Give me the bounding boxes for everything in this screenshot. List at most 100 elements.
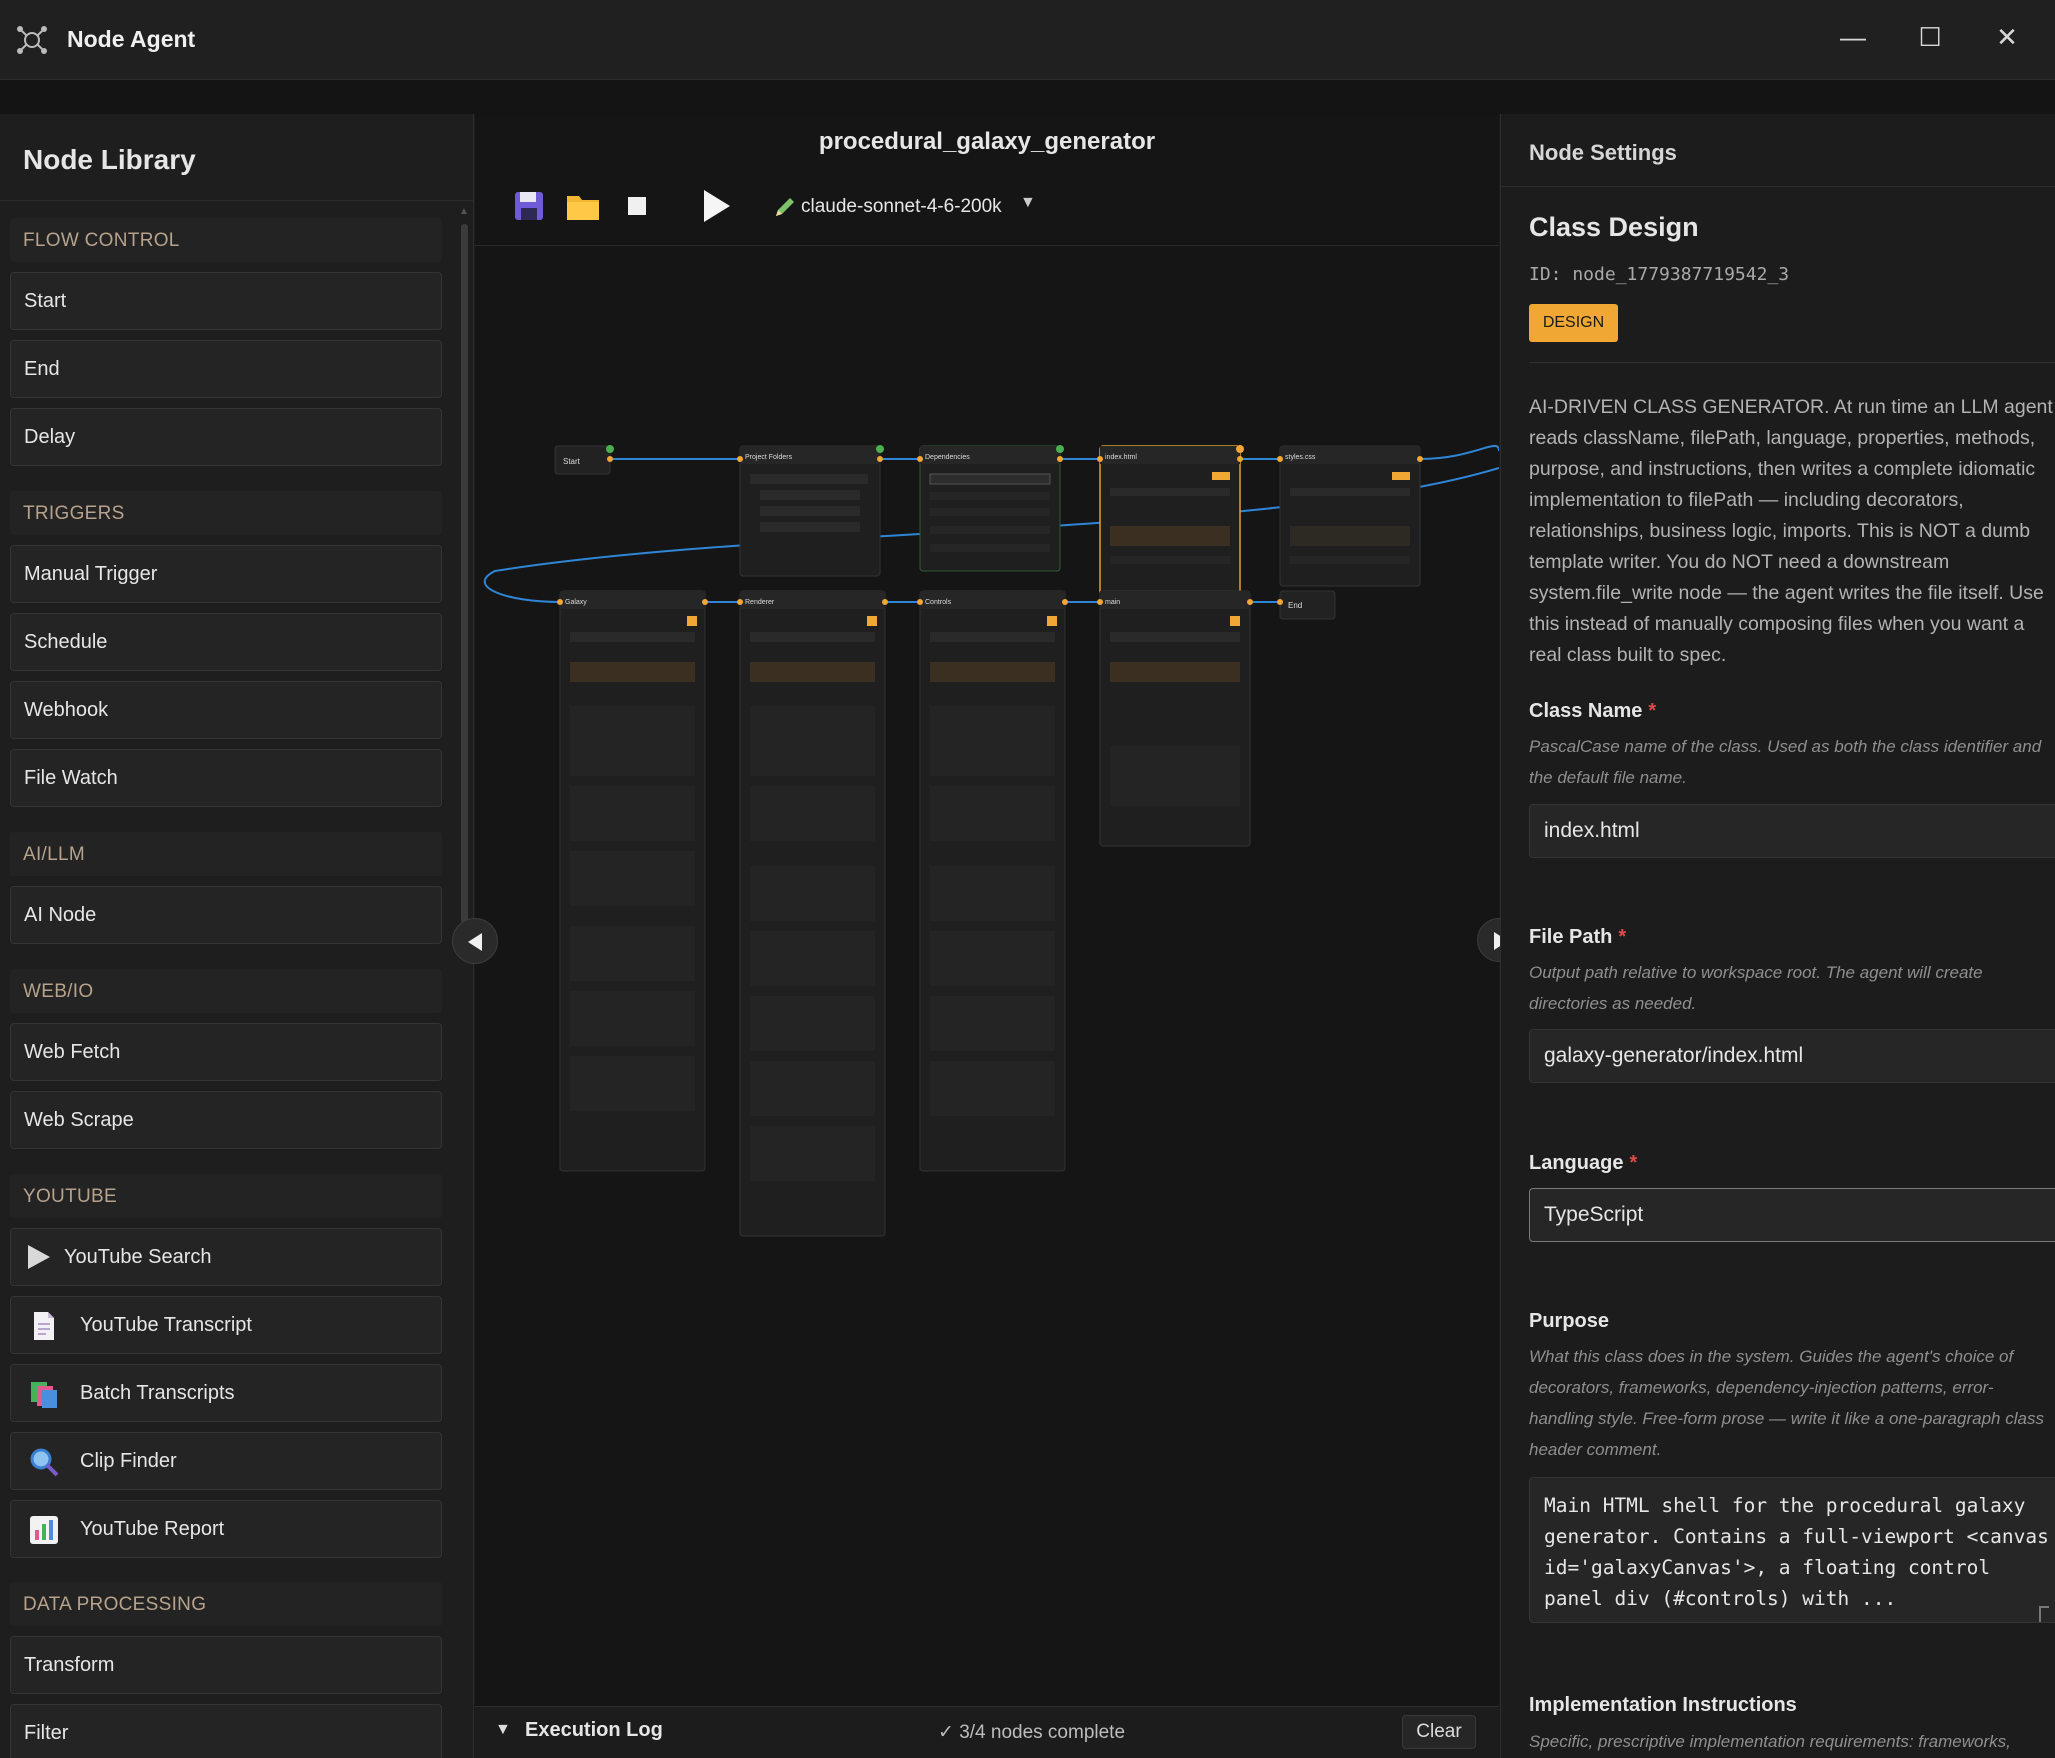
library-item-end[interactable]: End <box>10 340 442 398</box>
node-library-panel: Node Library FLOW CONTROL Start End Dela… <box>0 114 474 1758</box>
execution-status: ✓ 3/4 nodes complete <box>938 1722 1126 1743</box>
category-label: TRIGGERS <box>23 503 125 524</box>
node-description: AI-DRIVEN CLASS GENERATOR. At run time a… <box>1529 396 2053 666</box>
library-item-label: Web Scrape <box>24 1109 134 1131</box>
edge <box>1419 444 1499 460</box>
divider <box>1529 362 2055 363</box>
library-item-youtube-transcript[interactable]: YouTube Transcript <box>10 1296 442 1354</box>
category-label: WEB/IO <box>23 981 94 1002</box>
library-item-webhook[interactable]: Webhook <box>10 681 442 739</box>
category-ai-llm: AI/LLM <box>10 832 442 876</box>
textarea-resize-handle[interactable] <box>2039 1606 2049 1622</box>
library-item-web-scrape[interactable]: Web Scrape <box>10 1091 442 1149</box>
execution-log-bar: ▼ Execution Log ✓ 3/4 nodes complete Cle… <box>475 1706 1499 1758</box>
library-item-transform[interactable]: Transform <box>10 1636 442 1694</box>
node-title: Start <box>563 457 581 466</box>
flow-canvas-panel: procedural_galaxy_generator claude-sonne… <box>475 114 1499 1758</box>
node-title: Dependencies <box>925 454 970 461</box>
class-name-help: PascalCase name of the class. Used as bo… <box>1529 737 2042 787</box>
file-path-help: Output path relative to workspace root. … <box>1529 963 1983 1013</box>
divider <box>0 200 473 201</box>
library-item-label: Schedule <box>24 631 108 653</box>
node-title: Renderer <box>745 599 775 606</box>
node-main: main <box>1097 590 1253 847</box>
node-title: styles.css <box>1285 454 1316 461</box>
category-label: FLOW CONTROL <box>23 230 180 251</box>
collapse-triangle-icon[interactable]: ▼ <box>495 1721 511 1739</box>
category-label: YOUTUBE <box>23 1186 117 1207</box>
library-item-delay[interactable]: Delay <box>10 408 442 466</box>
minimize-button[interactable]: — <box>1825 14 1881 60</box>
chevron-down-icon[interactable]: ▼ <box>1020 194 1036 212</box>
category-label: DATA PROCESSING <box>23 1594 207 1615</box>
language-select[interactable]: TypeScript <box>1529 1188 2055 1242</box>
stop-icon[interactable] <box>617 186 657 226</box>
purpose-textarea[interactable]: Main HTML shell for the procedural galax… <box>1529 1477 2055 1623</box>
document-icon <box>34 1312 54 1340</box>
node-title: main <box>1105 599 1120 606</box>
node-library-title: Node Library <box>23 144 196 175</box>
node-renderer: Renderer <box>737 590 888 1237</box>
node-styles-css: styles.css <box>1277 445 1423 587</box>
library-item-start[interactable]: Start <box>10 272 442 330</box>
node-settings-panel: Node Settings Class Design ID: node_1779… <box>1500 114 2055 1758</box>
library-item-manual-trigger[interactable]: Manual Trigger <box>10 545 442 603</box>
node-end: End <box>1277 590 1336 620</box>
scroll-up-arrow[interactable]: ▲ <box>459 206 469 217</box>
library-item-label: YouTube Report <box>80 1518 225 1540</box>
implementation-instructions-help: Specific, prescriptive implementation re… <box>1529 1732 2011 1751</box>
library-item-web-fetch[interactable]: Web Fetch <box>10 1023 442 1081</box>
library-item-label: Start <box>24 290 67 312</box>
library-item-ai-node[interactable]: AI Node <box>10 886 442 944</box>
library-item-batch-transcripts[interactable]: Batch Transcripts <box>10 1364 442 1422</box>
folder-icon[interactable] <box>563 186 603 226</box>
play-icon <box>28 1245 50 1269</box>
node-title: Galaxy <box>565 599 587 606</box>
library-item-label: Manual Trigger <box>24 563 158 585</box>
close-button[interactable]: ✕ <box>1979 14 2035 60</box>
node-graph[interactable]: Start Project Folders Dependencies index… <box>475 246 1499 1692</box>
app-title: Node Agent <box>67 26 196 52</box>
floppy-disk-icon[interactable] <box>509 186 549 226</box>
class-name-label: Class Name * <box>1529 700 1657 722</box>
menu-gap <box>0 80 2055 114</box>
model-selector[interactable]: claude-sonnet-4-6-200k <box>801 196 1002 218</box>
category-youtube: YOUTUBE <box>10 1174 442 1218</box>
required-marker: * <box>1618 926 1627 948</box>
magnifier-icon <box>30 1448 59 1477</box>
library-item-label: Filter <box>24 1722 69 1744</box>
class-name-input[interactable]: index.html <box>1529 804 2055 858</box>
purpose-help: What this class does in the system. Guid… <box>1529 1347 2044 1459</box>
library-item-file-watch[interactable]: File Watch <box>10 749 442 807</box>
execution-log-toggle[interactable]: Execution Log <box>525 1719 663 1742</box>
collapse-library-button[interactable] <box>452 918 498 964</box>
language-label: Language * <box>1529 1152 1638 1174</box>
app-window: Node Agent — ☐ ✕ Node Library FLOW CONTR… <box>0 0 2055 1758</box>
node-project-folders: Project Folders <box>737 445 884 577</box>
node-start: Start <box>554 445 614 475</box>
required-marker: * <box>1648 700 1657 722</box>
bar-chart-icon <box>30 1516 58 1544</box>
category-label: AI/LLM <box>23 844 85 865</box>
file-path-input[interactable]: galaxy-generator/index.html <box>1529 1029 2055 1083</box>
divider <box>1501 186 2055 187</box>
node-title: End <box>1288 601 1302 610</box>
library-item-schedule[interactable]: Schedule <box>10 613 442 671</box>
library-item-label: End <box>24 358 60 380</box>
node-controls: Controls <box>917 590 1068 1172</box>
chevron-left-icon <box>468 933 482 951</box>
node-dependencies: Dependencies <box>917 445 1064 572</box>
flow-title: procedural_galaxy_generator <box>818 128 1156 155</box>
maximize-button[interactable]: ☐ <box>1902 14 1958 60</box>
library-item-filter[interactable]: Filter <box>10 1704 442 1758</box>
file-path-label: File Path * <box>1529 926 1627 948</box>
node-id: ID: node_1779387719542_3 <box>1529 264 1790 285</box>
library-item-label: File Watch <box>24 767 118 789</box>
library-scrollbar[interactable] <box>461 224 468 924</box>
library-item-youtube-search[interactable]: YouTube Search <box>10 1228 442 1286</box>
clear-log-button[interactable]: Clear <box>1402 1715 1476 1749</box>
run-play-icon[interactable] <box>700 186 734 226</box>
library-item-youtube-report[interactable]: YouTube Report <box>10 1500 442 1558</box>
category-flow-control: FLOW CONTROL <box>10 218 442 262</box>
library-item-clip-finder[interactable]: Clip Finder <box>10 1432 442 1490</box>
